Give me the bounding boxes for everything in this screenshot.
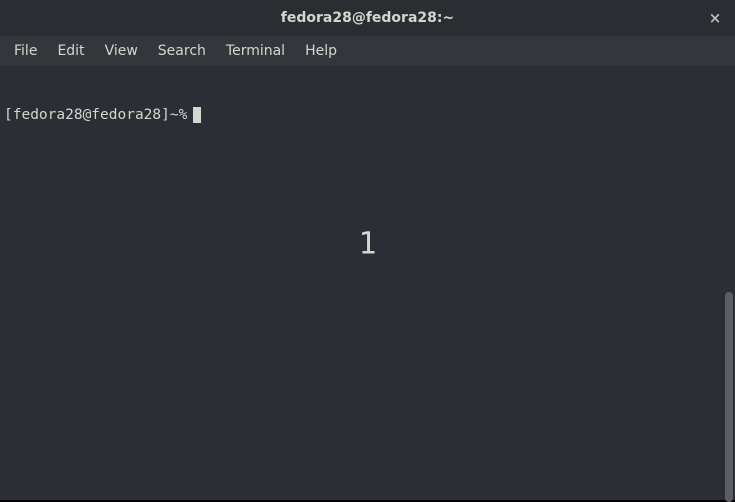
menu-help[interactable]: Help [295,39,347,63]
shell-prompt: [fedora28@fedora28]~% [4,106,187,125]
window-titlebar: fedora28@fedora28:~ × [0,0,735,36]
menu-view[interactable]: View [95,39,148,63]
close-button[interactable]: × [703,6,727,30]
menu-search[interactable]: Search [148,39,216,63]
menu-terminal[interactable]: Terminal [216,39,295,63]
cursor-block [193,107,201,123]
scrollbar-track[interactable] [723,66,735,500]
terminal-area[interactable]: [fedora28@fedora28]~% [0,66,735,500]
menu-file[interactable]: File [4,39,47,63]
prompt-line: [fedora28@fedora28]~% [4,106,731,125]
close-icon: × [709,9,722,27]
window-title: fedora28@fedora28:~ [281,10,454,26]
terminal-content: [fedora28@fedora28]~% [0,66,735,164]
menubar: File Edit View Search Terminal Help [0,36,735,66]
menu-edit[interactable]: Edit [47,39,94,63]
scrollbar-thumb[interactable] [725,292,733,502]
